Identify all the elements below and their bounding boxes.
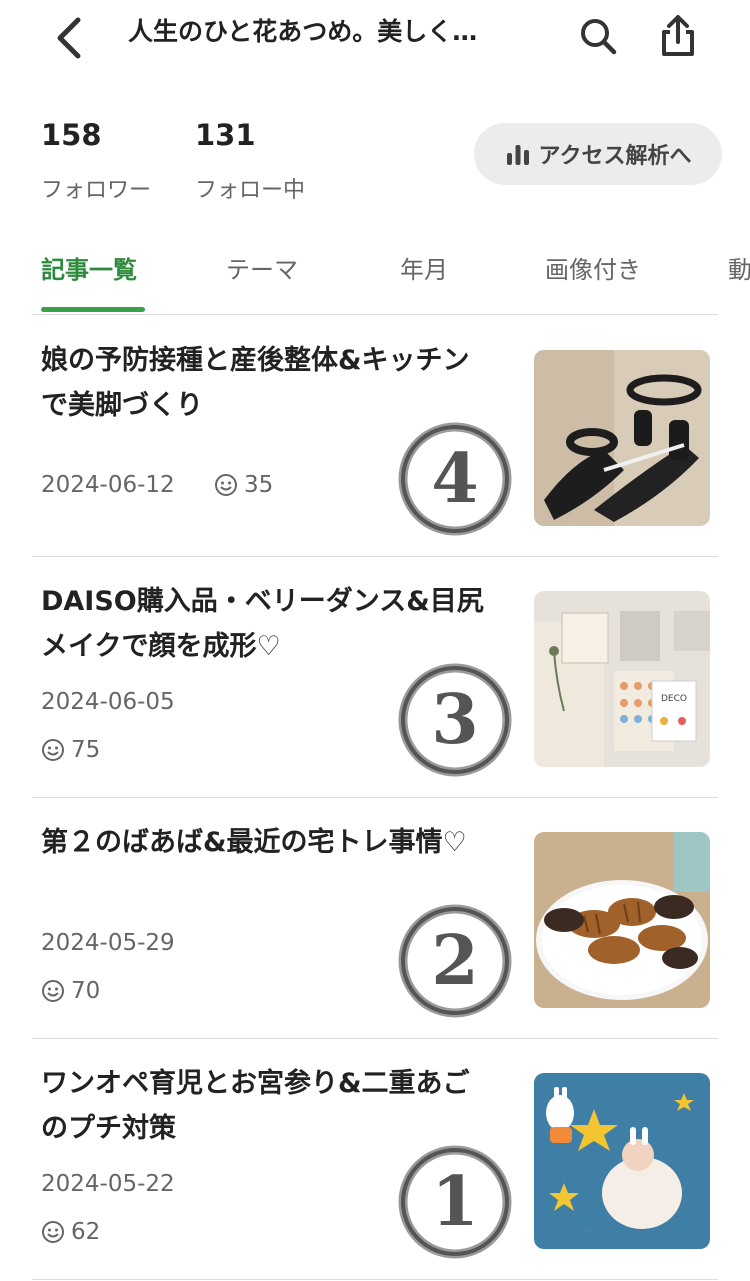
circled-number-marker: 3 (398, 663, 512, 777)
access-analytics-label: アクセス解析へ (538, 144, 692, 169)
svg-text:2: 2 (431, 921, 478, 1001)
followers-count[interactable]: 158 (41, 118, 102, 152)
article-thumbnail[interactable]: DECO (534, 591, 710, 767)
likes-count: 62 (71, 1219, 101, 1245)
article-thumbnail[interactable] (534, 1073, 710, 1249)
likes-count: 35 (244, 472, 274, 498)
sandals-photo (534, 350, 710, 526)
article-likes: 62 (41, 1219, 100, 1245)
smile-icon (42, 1221, 64, 1243)
circled-number-marker: 4 (398, 422, 512, 536)
article-item[interactable]: 第２のばあば&最近の宅トレ事情♡ 2024-05-29 70 2 (32, 798, 718, 1038)
following-count[interactable]: 131 (195, 118, 256, 152)
tab-divider (32, 314, 718, 315)
article-date: 2024-06-05 (41, 689, 175, 715)
likes-count: 70 (71, 978, 101, 1004)
daiso-items-photo: DECO (534, 591, 710, 767)
likes-count: 75 (71, 737, 101, 763)
smile-icon (42, 980, 64, 1002)
tab-with-images[interactable]: 画像付き (545, 250, 641, 285)
search-button[interactable] (576, 14, 620, 58)
active-tab-indicator (41, 307, 145, 312)
tab-articles[interactable]: 記事一覧 (41, 250, 137, 285)
access-analytics-button[interactable]: アクセス解析へ (474, 123, 722, 185)
bar-chart-icon (506, 145, 529, 165)
tab-year-month[interactable]: 年月 (400, 250, 448, 285)
baby-moon-photo (534, 1073, 710, 1249)
article-likes: 35 (214, 472, 273, 498)
article-item[interactable]: 娘の予防接種と産後整体&キッチンで美脚づくり 2024-06-12 35 4 (32, 316, 718, 556)
svg-text:DECO: DECO (661, 694, 687, 704)
circled-number-marker: 2 (398, 904, 512, 1018)
article-title: ワンオペ育児とお宮参り&二重あごのプチ対策 (41, 1068, 470, 1144)
article-date: 2024-06-12 (41, 472, 175, 498)
article-title: DAISO購入品・ベリーダンス&目尻メイクで顔を成形♡ (41, 586, 484, 662)
following-label[interactable]: フォロー中 (195, 172, 305, 204)
article-item[interactable]: ワンオペ育児とお宮参り&二重あごのプチ対策 2024-05-22 62 1 (32, 1039, 718, 1279)
article-title: 第２のばあば&最近の宅トレ事情♡ (41, 827, 467, 858)
share-button[interactable] (656, 14, 700, 58)
svg-text:3: 3 (431, 680, 478, 760)
smile-icon (215, 474, 237, 496)
list-divider (32, 1279, 718, 1280)
blog-title: 人生のひと花あつめ。美しく… (128, 17, 478, 46)
followers-label[interactable]: フォロワー (41, 172, 151, 204)
article-date: 2024-05-22 (41, 1171, 175, 1197)
back-button[interactable] (48, 14, 92, 62)
search-icon (581, 19, 617, 55)
article-likes: 75 (41, 737, 100, 763)
share-icon (662, 15, 694, 56)
article-item[interactable]: DAISO購入品・ベリーダンス&目尻メイクで顔を成形♡ 2024-06-05 7… (32, 557, 718, 797)
chevron-left-icon (57, 17, 81, 59)
croissants-photo (534, 832, 710, 1008)
tab-videos[interactable]: 動 (728, 250, 750, 285)
app-header: 人生のひと花あつめ。美しく… (0, 0, 750, 80)
article-title: 娘の予防接種と産後整体&キッチンで美脚づくり (41, 345, 470, 421)
svg-text:4: 4 (431, 439, 478, 519)
article-likes: 70 (41, 978, 100, 1004)
article-date: 2024-05-29 (41, 930, 175, 956)
tab-themes[interactable]: テーマ (226, 250, 298, 285)
article-thumbnail[interactable] (534, 832, 710, 1008)
svg-text:1: 1 (431, 1162, 478, 1242)
smile-icon (42, 739, 64, 761)
circled-number-marker: 1 (398, 1145, 512, 1259)
article-thumbnail[interactable] (534, 350, 710, 526)
